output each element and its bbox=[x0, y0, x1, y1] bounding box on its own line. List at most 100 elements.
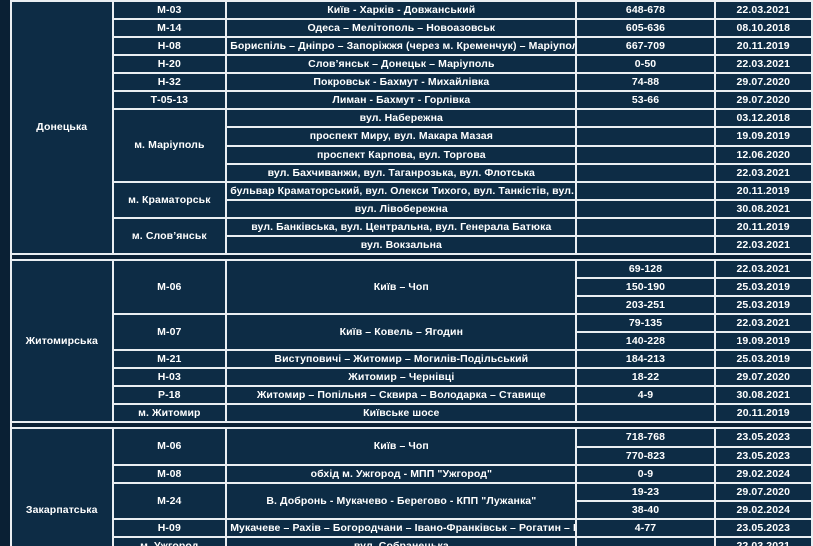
table-row[interactable]: М-08 обхід м. Ужгород - МПП "Ужгород" 0-9 2… bbox=[12, 465, 811, 482]
road-code-cell: Н-32 bbox=[113, 74, 226, 91]
kilometre-range-cell bbox=[577, 537, 714, 546]
date-cell: 19.09.2019 bbox=[715, 128, 811, 145]
road-code-cell: Н-03 bbox=[113, 369, 226, 386]
route-name-cell: Житомир – Попільня – Сквира – Володарка … bbox=[227, 387, 576, 404]
date-cell: 23.05.2023 bbox=[715, 519, 811, 536]
road-code-cell: м. Краматорськ bbox=[113, 182, 226, 217]
table-row[interactable]: м. Маріуполь вул. Набережна 03.12.2018 bbox=[12, 110, 811, 181]
kilometre-range-cell: 184-213 bbox=[577, 351, 714, 368]
road-code-cell: Н-09 bbox=[113, 519, 226, 536]
kilometre-range-cell bbox=[577, 146, 714, 163]
date-cell: 20.11.2019 bbox=[715, 218, 811, 235]
road-code-cell: М-07 bbox=[113, 315, 226, 350]
road-code-cell: М-06 bbox=[113, 429, 226, 464]
table-row[interactable]: М-14 Одеса – Мелітополь – Новоазовськ 605-… bbox=[12, 20, 811, 37]
date-cell: 29.07.2020 bbox=[715, 92, 811, 109]
route-name-cell: Покровськ - Бахмут - Михайлівка bbox=[227, 74, 576, 91]
table-row[interactable]: Н-20 Слов’янськ – Донецьк – Маріуполь 0-50… bbox=[12, 56, 811, 73]
table-row[interactable]: Н-08 Бориспіль – Дніпро – Запоріжжя (чере… bbox=[12, 38, 811, 55]
route-name-cell: Бориспіль – Дніпро – Запоріжжя (через м.… bbox=[227, 38, 576, 55]
road-code-cell: М-24 bbox=[113, 483, 226, 518]
date-cell: 25.03.2019 bbox=[715, 351, 811, 368]
kilometre-range-cell bbox=[577, 164, 714, 181]
road-code-cell: М-14 bbox=[113, 20, 226, 37]
kilometre-range-cell bbox=[577, 218, 714, 235]
kilometre-range-cell: 18-22 bbox=[577, 369, 714, 386]
road-code-cell: м. Слов’янськ bbox=[113, 218, 226, 253]
kilometre-range-cell: 667-709 bbox=[577, 38, 714, 55]
table-row[interactable]: Закарпатська М-06 Київ – Чоп 718-768 23.05.2… bbox=[12, 429, 811, 546]
table-row[interactable]: Донецька М-03 Київ - Харків - Довжанський 6… bbox=[12, 2, 811, 253]
kilometre-range-cell: 69-128 bbox=[577, 260, 714, 277]
road-code-cell: М-21 bbox=[113, 351, 226, 368]
table-row[interactable]: м. Ужгород вул. Собранецька 22.03.2021 bbox=[12, 537, 811, 546]
table-row[interactable]: Т-05-13 Лиман - Бахмут - Горлівка 53-66 29.… bbox=[12, 92, 811, 109]
route-name-cell: В. Добронь - Мукачево - Берегово - КПП "… bbox=[227, 483, 576, 518]
route-name-cell: вул. Собранецька bbox=[227, 537, 576, 546]
route-name-cell: вул. Набережна bbox=[227, 110, 576, 127]
kilometre-range-cell: 648-678 bbox=[577, 2, 714, 19]
date-cell: 29.07.2020 bbox=[715, 369, 811, 386]
kilometre-range-cell: 4-77 bbox=[577, 519, 714, 536]
date-cell: 19.09.2019 bbox=[715, 333, 811, 350]
date-cell: 23.05.2023 bbox=[715, 447, 811, 464]
date-cell: 22.03.2021 bbox=[715, 315, 811, 332]
date-cell: 03.12.2018 bbox=[715, 110, 811, 127]
table-row[interactable]: м. Слов’янськ вул. Банківська, вул. Центр… bbox=[12, 218, 811, 253]
kilometre-range-cell bbox=[577, 182, 714, 199]
table-row[interactable]: М-21 Виступовичі – Житомир – Могилів-Поді… bbox=[12, 351, 811, 368]
kilometre-range-cell: 19-23 bbox=[577, 483, 714, 500]
date-cell: 29.07.2020 bbox=[715, 74, 811, 91]
date-cell: 29.02.2024 bbox=[715, 501, 811, 518]
date-cell: 25.03.2019 bbox=[715, 278, 811, 295]
table-row[interactable]: М-24 В. Добронь - Мукачево - Берегово - К… bbox=[12, 483, 811, 518]
table-row[interactable]: Н-09 Мукачеве – Рахів – Богородчани – Іва… bbox=[12, 519, 811, 536]
region-cell: Донецька bbox=[12, 2, 112, 253]
region-cell: Закарпатська bbox=[12, 429, 112, 546]
date-cell: 22.03.2021 bbox=[715, 2, 811, 19]
route-name-cell: вул. Вокзальна bbox=[227, 236, 576, 253]
table-body: Донецька М-03 Київ - Харків - Довжанський 6… bbox=[12, 2, 811, 546]
road-code-cell: М-06 bbox=[113, 260, 226, 314]
kilometre-range-cell bbox=[577, 110, 714, 127]
road-code-cell: М-08 bbox=[113, 465, 226, 482]
route-name-cell: Слов’янськ – Донецьк – Маріуполь bbox=[227, 56, 576, 73]
route-name-cell: Київ - Харків - Довжанський bbox=[227, 2, 576, 19]
table-row[interactable]: Н-32 Покровськ - Бахмут - Михайлівка 74-88… bbox=[12, 74, 811, 91]
kilometre-range-cell: 38-40 bbox=[577, 501, 714, 518]
section-separator-cell bbox=[12, 423, 811, 428]
route-name-cell: проспект Карпова, вул. Торгова bbox=[227, 146, 576, 163]
table-row[interactable]: м. Краматорськ бульвар Краматорський, вул… bbox=[12, 182, 811, 217]
road-code-cell: Н-20 bbox=[113, 56, 226, 73]
table-row[interactable]: М-07 Київ – Ковель – Ягодин 79-135 22.03.20… bbox=[12, 315, 811, 350]
table-row[interactable]: Житомирська М-06 Київ – Чоп 69-128 22.03.202… bbox=[12, 260, 811, 422]
date-cell: 23.05.2023 bbox=[715, 429, 811, 446]
route-name-cell: проспект Миру, вул. Макара Мазая bbox=[227, 128, 576, 145]
road-code-cell: м. Житомир bbox=[113, 405, 226, 422]
date-cell: 20.11.2019 bbox=[715, 405, 811, 422]
kilometre-range-cell: 203-251 bbox=[577, 297, 714, 314]
date-cell: 29.02.2024 bbox=[715, 465, 811, 482]
table-row[interactable]: Р-18 Житомир – Попільня – Сквира – Волода… bbox=[12, 387, 811, 404]
kilometre-range-cell: 140-228 bbox=[577, 333, 714, 350]
route-name-cell: обхід м. Ужгород - МПП "Ужгород" bbox=[227, 465, 576, 482]
kilometre-range-cell: 74-88 bbox=[577, 74, 714, 91]
date-cell: 25.03.2019 bbox=[715, 297, 811, 314]
kilometre-range-cell: 150-190 bbox=[577, 278, 714, 295]
section-separator-cell bbox=[12, 254, 811, 259]
road-code-cell: м. Маріуполь bbox=[113, 110, 226, 181]
date-cell: 30.08.2021 bbox=[715, 387, 811, 404]
route-name-cell: Київ – Чоп bbox=[227, 260, 576, 314]
date-cell: 22.03.2021 bbox=[715, 537, 811, 546]
road-code-cell: Т-05-13 bbox=[113, 92, 226, 109]
route-name-cell: бульвар Краматорський, вул. Олекси Тихог… bbox=[227, 182, 576, 199]
route-name-cell: вул. Бахчиванжи, вул. Таганрозька, вул. … bbox=[227, 164, 576, 181]
section-separator bbox=[12, 254, 811, 259]
date-cell: 22.03.2021 bbox=[715, 56, 811, 73]
table-row[interactable]: м. Житомир Київське шосе 20.11.2019 bbox=[12, 405, 811, 422]
road-sections-table: Донецька М-03 Київ - Харків - Довжанський 6… bbox=[10, 0, 813, 546]
kilometre-range-cell: 770-823 bbox=[577, 447, 714, 464]
route-name-cell: Київське шосе bbox=[227, 405, 576, 422]
table-row[interactable]: Н-03 Житомир – Чернівці 18-22 29.07.2020 bbox=[12, 369, 811, 386]
kilometre-range-cell: 53-66 bbox=[577, 92, 714, 109]
